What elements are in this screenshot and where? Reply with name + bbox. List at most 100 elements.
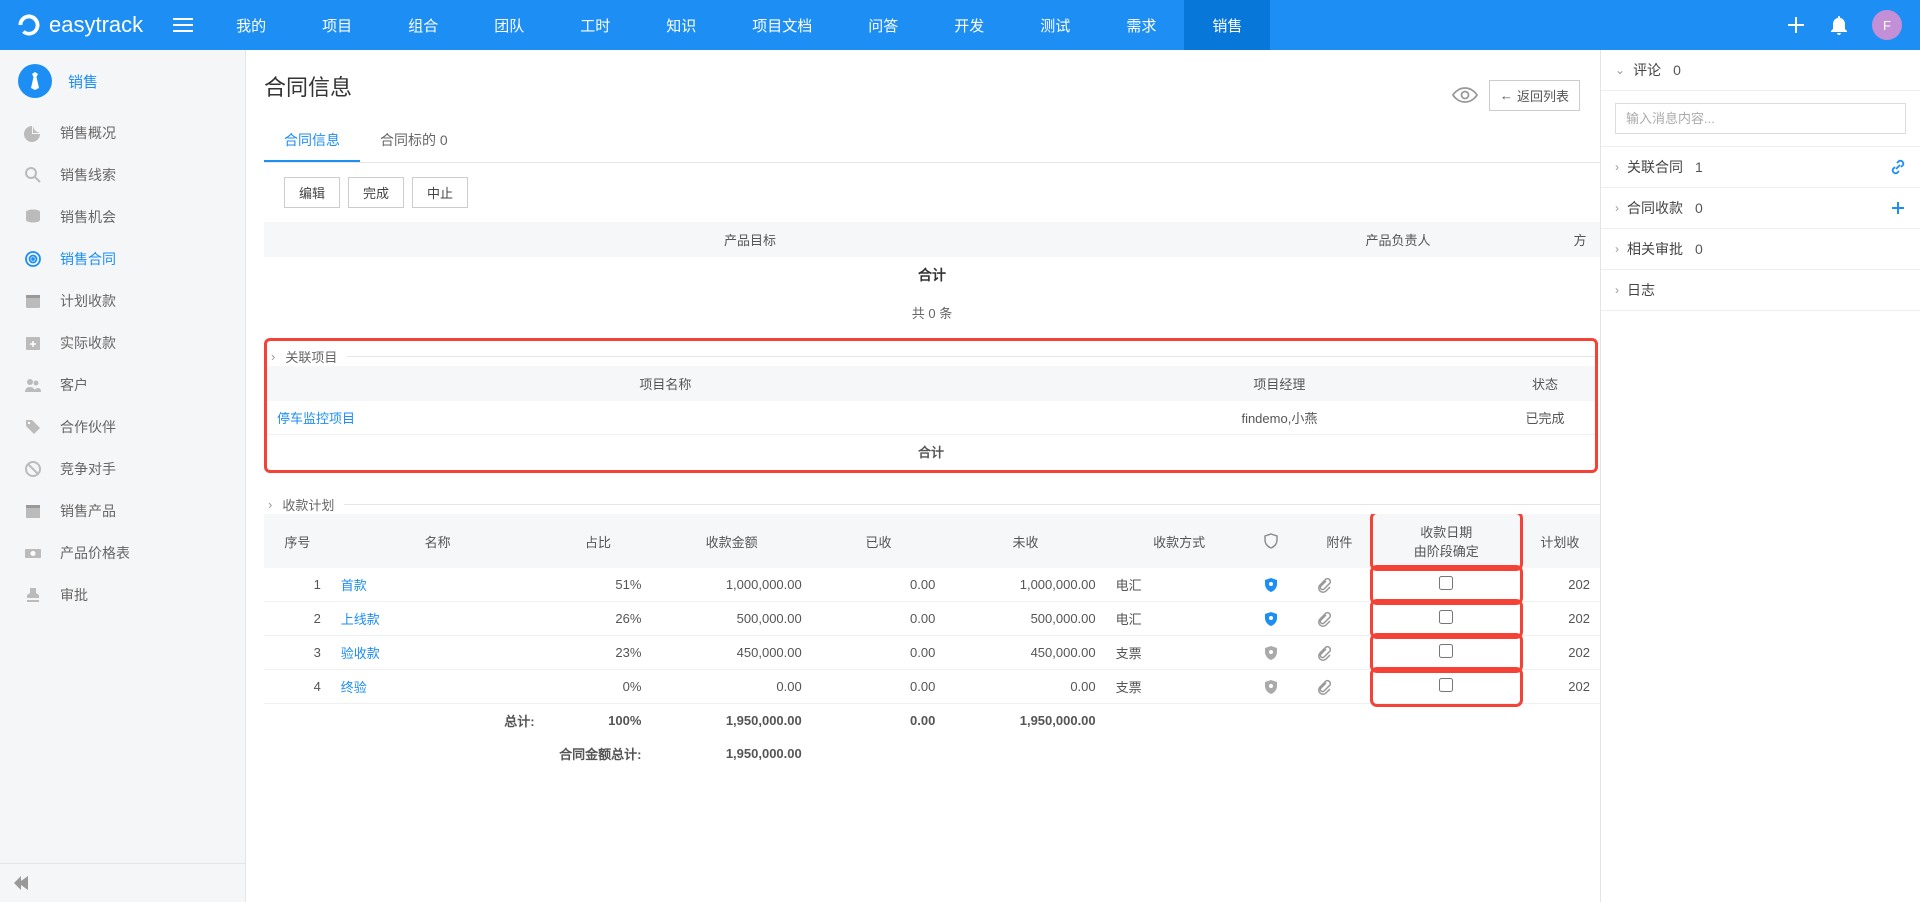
tab[interactable]: 合同标的 0 — [360, 120, 468, 162]
shield-cell[interactable] — [1253, 636, 1306, 670]
payment-col-ratio: 占比 — [545, 514, 652, 568]
totals-label: 总计: — [264, 704, 545, 738]
content: 合同信息 ← 返回列表 合同信息合同标的 0 编辑完成中止 产品目标 — [246, 50, 1600, 902]
action-button[interactable]: 完成 — [348, 177, 404, 208]
date-stage-checkbox[interactable] — [1439, 644, 1453, 658]
date-stage-checkbox[interactable] — [1439, 678, 1453, 692]
eye-icon[interactable] — [1451, 85, 1479, 105]
rp-label: 合同收款 — [1627, 198, 1683, 218]
hamburger-icon — [173, 15, 193, 35]
shield-cell[interactable] — [1253, 568, 1306, 602]
stamp-icon — [22, 584, 44, 606]
totals-received: 0.00 — [812, 704, 946, 738]
projects-table: 项目名称 项目经理 状态 停车监控项目findemo,小燕已完成 合计 — [267, 366, 1595, 468]
topnav-item[interactable]: 团队 — [466, 0, 552, 50]
date-stage-checkbox[interactable] — [1439, 576, 1453, 590]
logo-text: easytrack — [49, 12, 143, 38]
sidebar-header[interactable]: 销售 — [0, 50, 245, 112]
table-row: 4终验0%0.000.000.00支票202 — [264, 670, 1600, 704]
tab[interactable]: 合同信息 — [264, 120, 360, 162]
return-button[interactable]: ← 返回列表 — [1489, 80, 1580, 111]
rp-header[interactable]: ›日志 — [1601, 270, 1920, 310]
sidebar-item[interactable]: 竞争对手 — [0, 448, 245, 490]
plan-cell: 202 — [1520, 636, 1600, 670]
payment-name-link[interactable]: 首款 — [341, 578, 367, 593]
attachment-cell[interactable] — [1306, 602, 1373, 636]
topnav-item[interactable]: 知识 — [638, 0, 724, 50]
topnav-item[interactable]: 项目文档 — [724, 0, 840, 50]
sidebar-item[interactable]: 审批 — [0, 574, 245, 616]
user-avatar[interactable]: F — [1872, 10, 1902, 40]
topnav-item[interactable]: 测试 — [1012, 0, 1098, 50]
sidebar-item-label: 客户 — [60, 375, 88, 395]
plus-icon[interactable] — [1786, 15, 1806, 35]
project-manager: findemo,小燕 — [1064, 401, 1495, 435]
sidebar-item[interactable]: 销售机会 — [0, 196, 245, 238]
rp-header[interactable]: ›相关审批0 — [1601, 229, 1920, 269]
sidebar-header-text: 销售 — [68, 71, 98, 92]
topnav-item[interactable]: 问答 — [840, 0, 926, 50]
sidebar: 销售 销售概况销售线索销售机会销售合同计划收款实际收款客户合作伙伴竞争对手销售产… — [0, 50, 246, 902]
logo[interactable]: easytrack — [0, 11, 158, 39]
product-count: 共 0 条 — [264, 293, 1600, 332]
sidebar-item[interactable]: 客户 — [0, 364, 245, 406]
sidebar-item[interactable]: 计划收款 — [0, 280, 245, 322]
sidebar-item[interactable]: 销售概况 — [0, 112, 245, 154]
topnav-item[interactable]: 需求 — [1098, 0, 1184, 50]
date-stage-cell — [1373, 670, 1520, 704]
payment-name-link[interactable]: 终验 — [341, 680, 367, 695]
attachment-cell[interactable] — [1306, 568, 1373, 602]
comments-count: 0 — [1673, 62, 1681, 78]
amount-cell: 450,000.00 — [651, 636, 811, 670]
topnav-item[interactable]: 项目 — [294, 0, 380, 50]
link-icon[interactable] — [1890, 159, 1906, 175]
date-stage-checkbox[interactable] — [1439, 610, 1453, 624]
topbar: easytrack 我的项目组合团队工时知识项目文档问答开发测试需求销售 F — [0, 0, 1920, 50]
chevron-right-icon[interactable]: › — [268, 497, 272, 512]
attachment-cell[interactable] — [1306, 670, 1373, 704]
rp-label: 关联合同 — [1627, 157, 1683, 177]
plan-cell: 202 — [1520, 602, 1600, 636]
action-button[interactable]: 中止 — [412, 177, 468, 208]
bell-icon[interactable] — [1830, 15, 1848, 35]
totals-amount: 1,950,000.00 — [651, 704, 811, 738]
scroll-area[interactable]: 产品目标 产品负责人 方 合计 共 0 条 › 关联项目 — [264, 222, 1600, 902]
rp-header[interactable]: ›关联合同1 — [1601, 147, 1920, 187]
chevron-right-icon[interactable]: › — [271, 349, 275, 364]
sidebar-item[interactable]: 销售线索 — [0, 154, 245, 196]
topnav-item[interactable]: 组合 — [380, 0, 466, 50]
collapse-icon — [12, 876, 30, 890]
topnav-item[interactable]: 销售 — [1184, 0, 1270, 50]
money-icon — [22, 542, 44, 564]
action-button[interactable]: 编辑 — [284, 177, 340, 208]
project-link[interactable]: 停车监控项目 — [277, 411, 355, 426]
comments-header[interactable]: ⌄ 评论 0 — [1601, 50, 1920, 91]
received-cell: 0.00 — [812, 636, 946, 670]
tabs: 合同信息合同标的 0 — [264, 120, 1600, 163]
plus-icon[interactable] — [1890, 200, 1906, 216]
shield-cell[interactable] — [1253, 602, 1306, 636]
received-cell: 0.00 — [812, 670, 946, 704]
attachment-cell[interactable] — [1306, 636, 1373, 670]
sidebar-item-label: 合作伙伴 — [60, 417, 116, 437]
menu-toggle[interactable] — [158, 15, 208, 35]
topnav-item[interactable]: 工时 — [552, 0, 638, 50]
rp-header[interactable]: ›合同收款0 — [1601, 188, 1920, 228]
payment-name-link[interactable]: 上线款 — [341, 612, 380, 627]
ratio-cell: 23% — [545, 636, 652, 670]
logo-icon — [15, 11, 43, 39]
topnav-item[interactable]: 我的 — [208, 0, 294, 50]
sidebar-item[interactable]: 产品价格表 — [0, 532, 245, 574]
shield-cell[interactable] — [1253, 670, 1306, 704]
paperclip-icon — [1316, 577, 1332, 593]
sidebar-collapse[interactable] — [0, 863, 245, 902]
sidebar-item[interactable]: 合作伙伴 — [0, 406, 245, 448]
sidebar-item[interactable]: 销售产品 — [0, 490, 245, 532]
comments-input[interactable] — [1615, 103, 1906, 134]
sidebar-item[interactable]: 实际收款 — [0, 322, 245, 364]
pie-icon — [22, 122, 44, 144]
payment-name-link[interactable]: 验收款 — [341, 646, 380, 661]
topnav-item[interactable]: 开发 — [926, 0, 1012, 50]
sidebar-item[interactable]: 销售合同 — [0, 238, 245, 280]
forbid-icon — [22, 458, 44, 480]
